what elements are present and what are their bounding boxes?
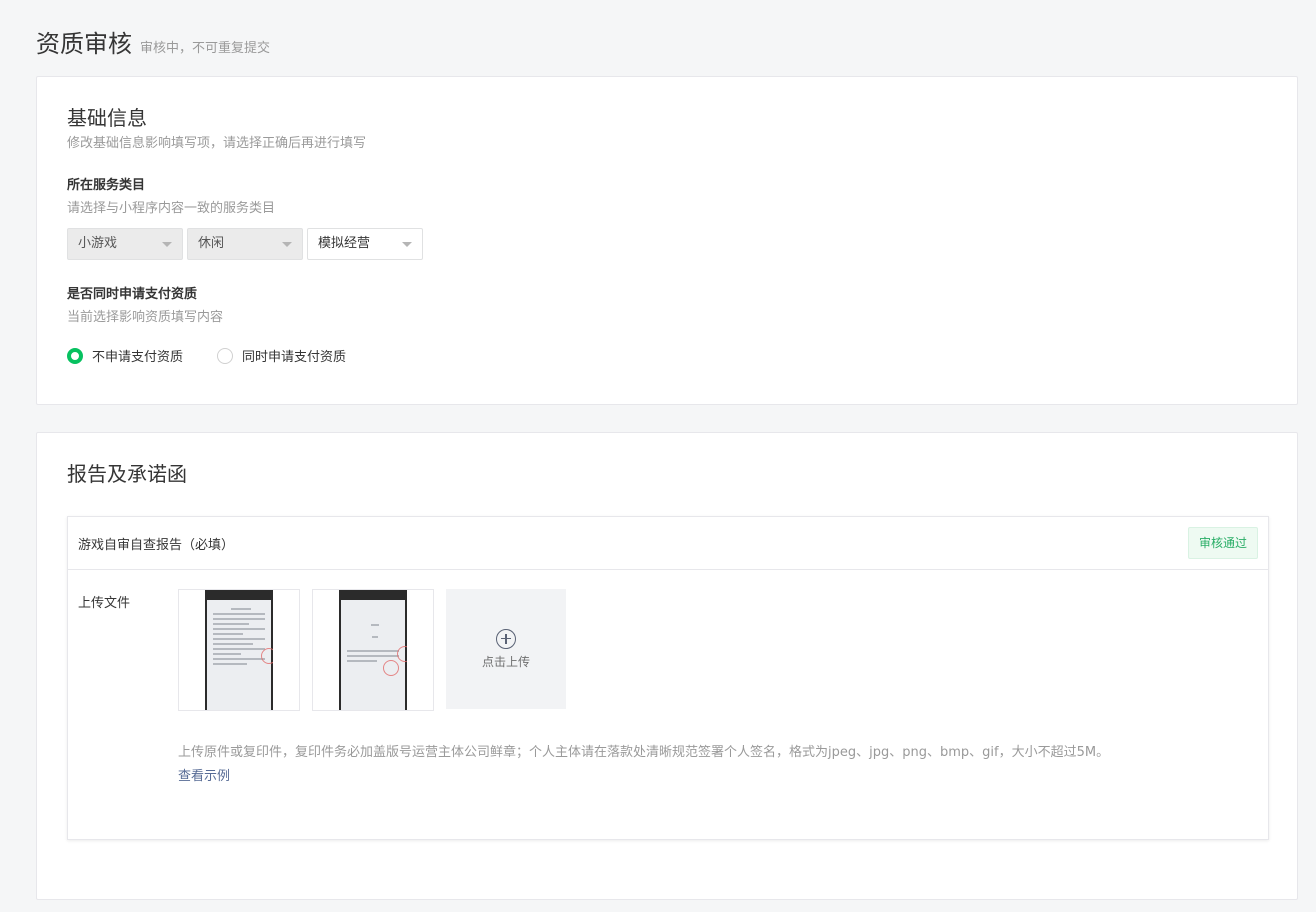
radio-label: 同时申请支付资质 bbox=[242, 350, 347, 365]
report-card: 报告及承诺函 游戏自审自查报告（必填） 审核通过 上传文件 点击上传 上传原件或… bbox=[36, 432, 1298, 900]
upload-hint: 上传原件或复印件，复印件务必加盖版号运营主体公司鲜章；个人主体请在落款处清晰规范… bbox=[178, 745, 1110, 760]
basic-info-card: 基础信息 修改基础信息影响填写项，请选择正确后再进行填写 所在服务类目 请选择与… bbox=[36, 76, 1298, 405]
uploaded-file-thumbnail[interactable] bbox=[312, 589, 434, 711]
upload-label: 上传文件 bbox=[78, 596, 131, 611]
chevron-down-icon bbox=[162, 242, 172, 247]
payment-desc: 当前选择影响资质填写内容 bbox=[67, 310, 224, 325]
category-desc: 请选择与小程序内容一致的服务类目 bbox=[67, 201, 276, 216]
view-example-link[interactable]: 查看示例 bbox=[178, 765, 230, 784]
select-value: 休闲 bbox=[198, 236, 225, 251]
red-seal-icon bbox=[383, 660, 399, 676]
radio-unchecked-icon bbox=[217, 347, 234, 364]
document-photo-image bbox=[339, 590, 407, 710]
radio-checked-icon bbox=[67, 347, 83, 364]
panel-title: 游戏自审自查报告（必填） bbox=[78, 538, 235, 553]
uploaded-files: 点击上传 bbox=[178, 589, 566, 711]
document-photo-image bbox=[205, 590, 273, 710]
radio-with-payment[interactable]: 同时申请支付资质 bbox=[217, 346, 346, 365]
payment-label: 是否同时申请支付资质 bbox=[67, 287, 198, 302]
radio-label: 不申请支付资质 bbox=[92, 350, 184, 365]
page-title: 资质审核 bbox=[36, 30, 132, 58]
red-seal-icon bbox=[261, 648, 273, 664]
self-check-report-panel: 游戏自审自查报告（必填） 审核通过 上传文件 点击上传 上传原件或复印件，复印件… bbox=[67, 516, 1269, 840]
page-header: 资质审核 审核中，不可重复提交 bbox=[36, 24, 270, 59]
upload-button[interactable]: 点击上传 bbox=[446, 589, 566, 709]
radio-no-payment[interactable]: 不申请支付资质 bbox=[67, 346, 183, 365]
category-select-level1: 小游戏 bbox=[67, 228, 183, 260]
section-title-basic: 基础信息 bbox=[67, 106, 147, 130]
section-title-report: 报告及承诺函 bbox=[67, 462, 187, 486]
panel-header: 游戏自审自查报告（必填） 审核通过 bbox=[68, 517, 1268, 570]
upload-button-label: 点击上传 bbox=[481, 654, 530, 669]
payment-radio-group: 不申请支付资质 同时申请支付资质 bbox=[67, 346, 380, 365]
select-value: 模拟经营 bbox=[318, 236, 371, 251]
uploaded-file-thumbnail[interactable] bbox=[178, 589, 300, 711]
category-select-level2: 休闲 bbox=[187, 228, 303, 260]
category-label: 所在服务类目 bbox=[67, 178, 146, 193]
section-desc-basic: 修改基础信息影响填写项，请选择正确后再进行填写 bbox=[67, 136, 367, 151]
plus-circle-icon bbox=[496, 628, 516, 649]
select-value: 小游戏 bbox=[78, 236, 118, 251]
category-select-level3[interactable]: 模拟经营 bbox=[307, 228, 423, 260]
chevron-down-icon bbox=[282, 242, 292, 247]
red-seal-icon bbox=[397, 646, 407, 662]
chevron-down-icon bbox=[402, 242, 412, 247]
category-selects: 小游戏 休闲 模拟经营 bbox=[67, 228, 423, 260]
page-status: 审核中，不可重复提交 bbox=[140, 41, 271, 56]
status-badge: 审核通过 bbox=[1187, 527, 1258, 559]
